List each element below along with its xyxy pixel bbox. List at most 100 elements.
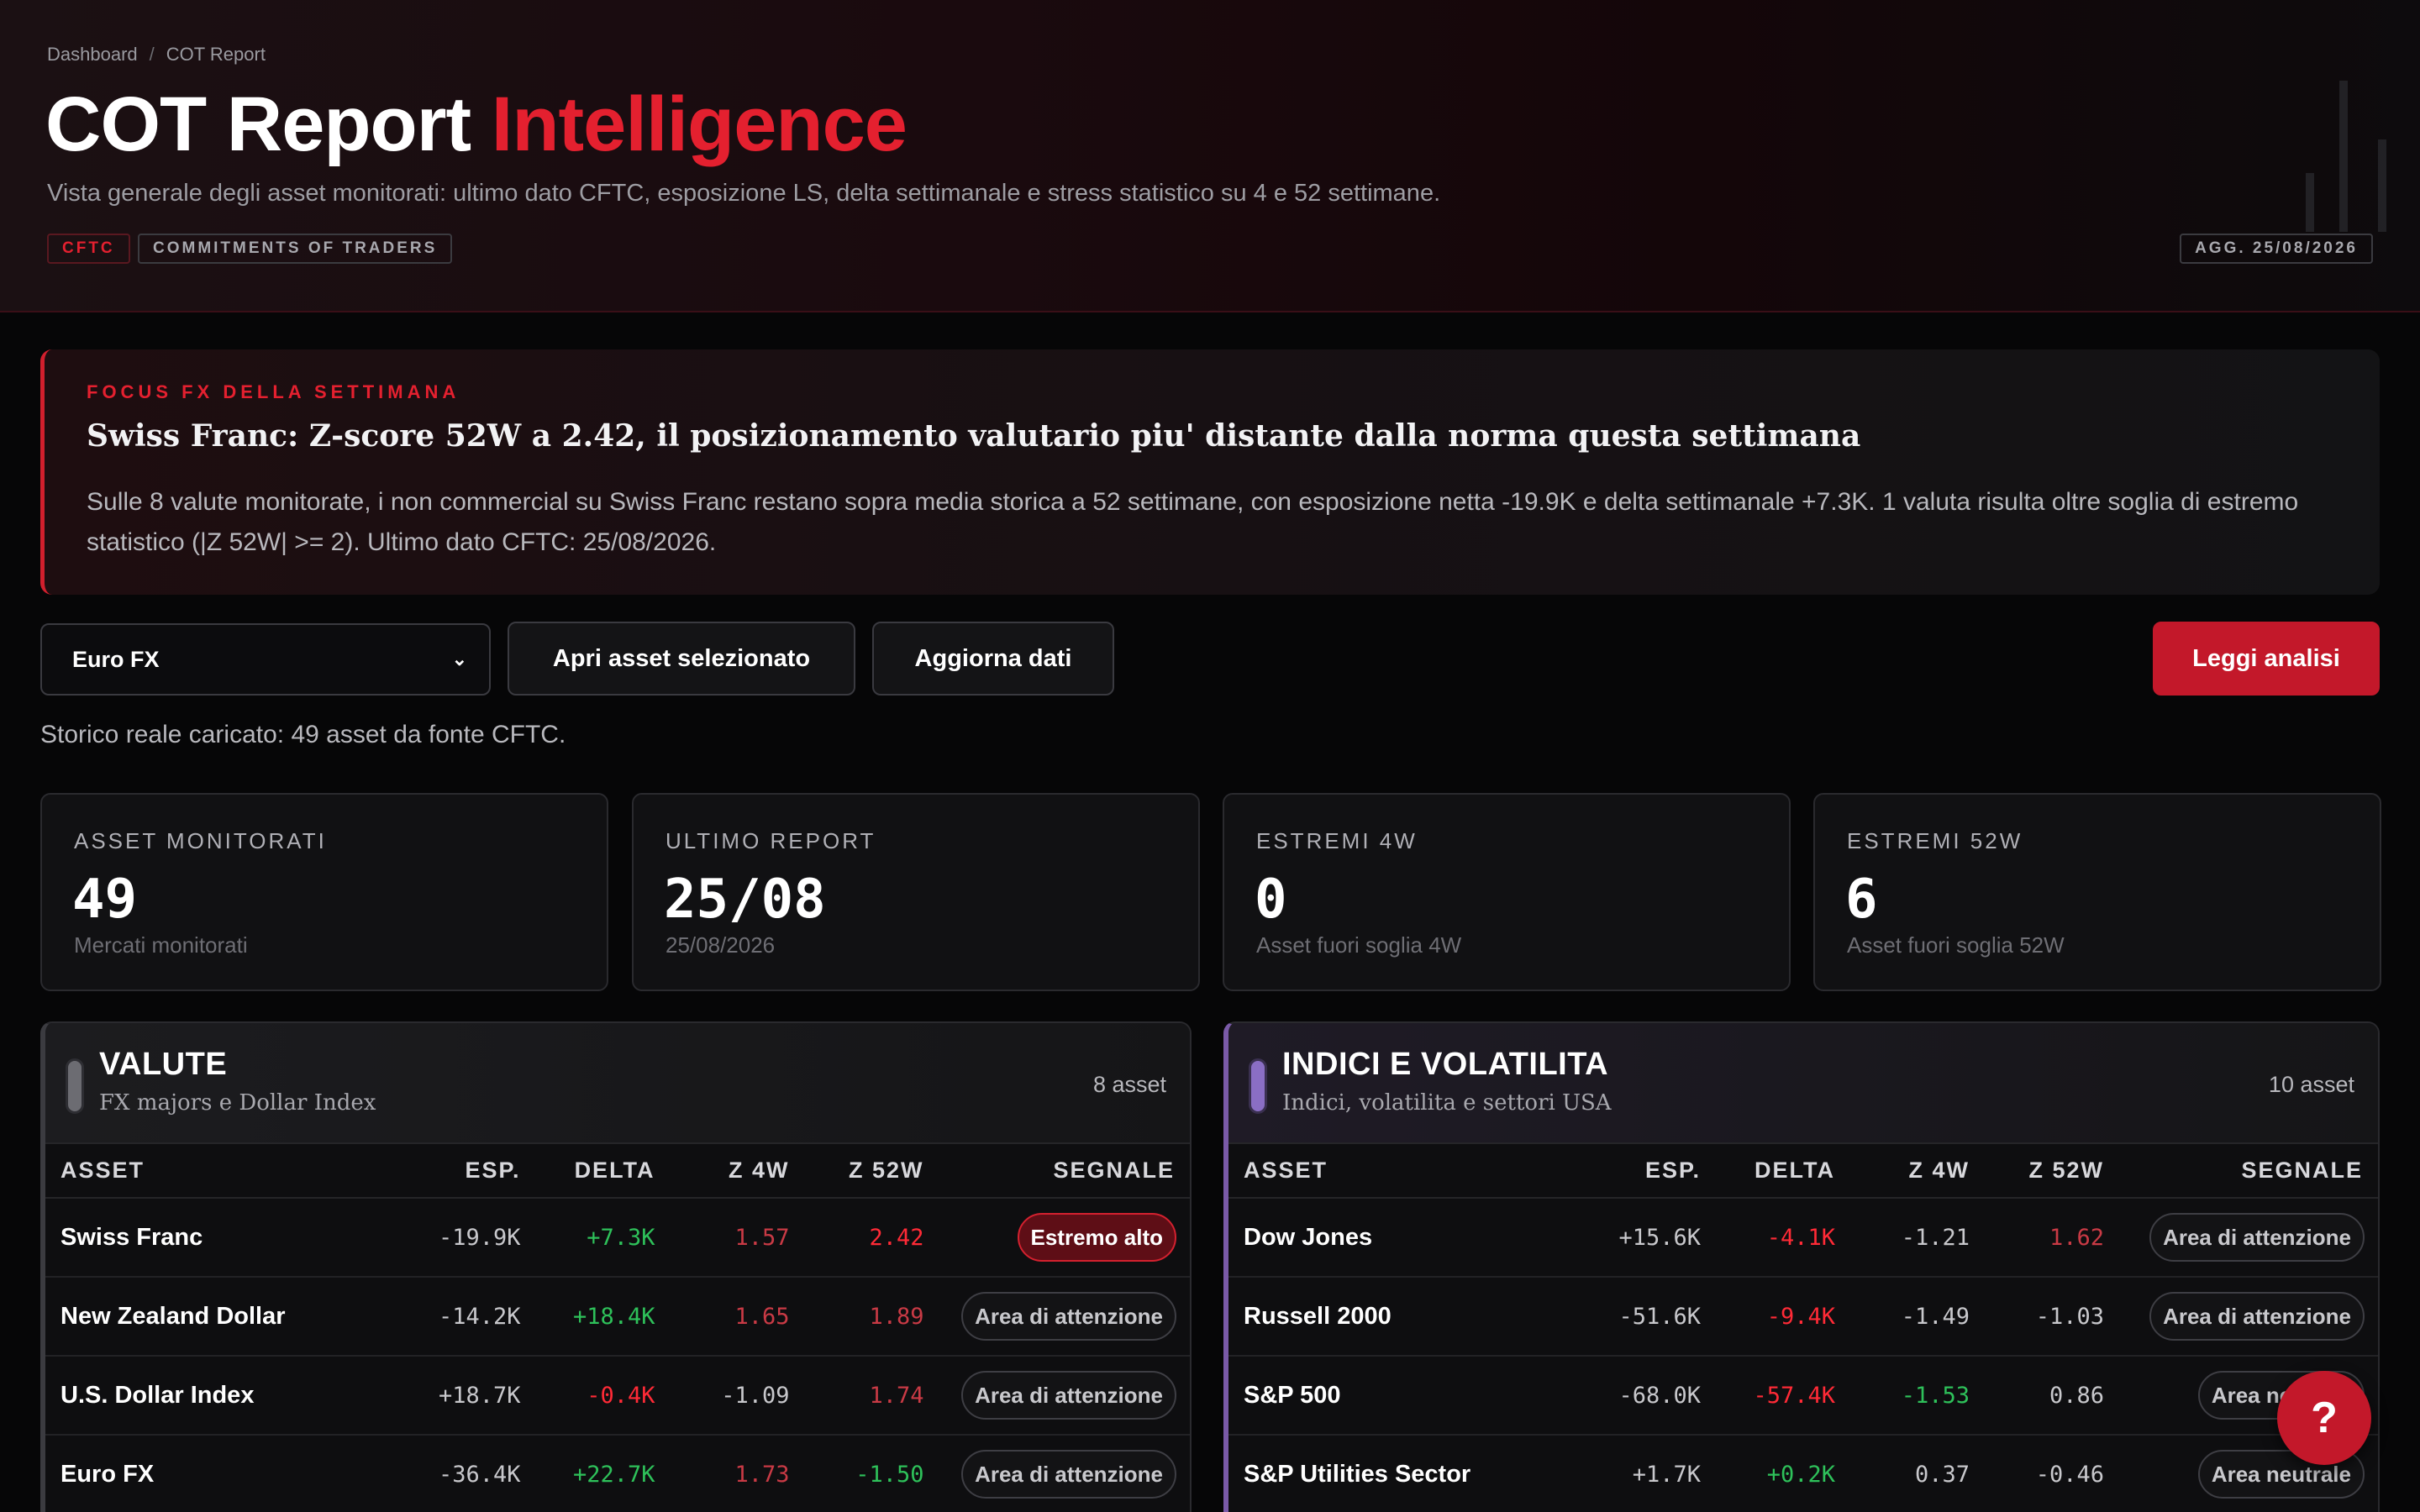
z4w-cell: -1.53 [1850,1356,1985,1436]
currencies-table: ASSET ESP. DELTA Z 4W Z 52W SEGNALE Swis… [45,1144,1190,1512]
delta-cell: +18.4K [535,1277,671,1357]
kpi-value: 6 [1845,869,1878,931]
z4w-cell: -1.49 [1850,1277,1985,1357]
updated-tag: AGG. 25/08/2026 [2180,234,2373,264]
col-header-exposure[interactable]: ESP. [424,1144,536,1199]
asset-name-cell: Euro FX [45,1435,424,1512]
delta-cell: +0.2K [1716,1435,1850,1512]
exposure-cell: +15.6K [1598,1198,1716,1278]
breadcrumb-dashboard-link[interactable]: Dashboard [47,44,138,66]
focus-body: Sulle 8 valute monitorate, i non commerc… [87,488,2299,556]
table-body: Swiss Franc -19.9K +7.3K 1.57 2.42 Estremo al… [45,1198,1190,1512]
kpi-label: ESTREMI 52W [1847,828,2023,853]
asset-name-cell: S&P Utilities Sector [1228,1435,1598,1512]
read-analysis-button[interactable]: Leggi analisi [2153,622,2380,696]
z52w-cell: 0.86 [1985,1356,2119,1436]
z52w-cell: -1.50 [804,1435,939,1512]
exposure-cell: +18.7K [424,1356,536,1436]
exposure-cell: +1.7K [1598,1435,1716,1512]
col-header-z52w[interactable]: Z 52W [804,1144,939,1199]
weekly-focus-card: FOCUS FX DELLA SETTIMANA Swiss Franc: Z-… [40,349,2380,595]
table-header-row: ASSET ESP. DELTA Z 4W Z 52W SEGNALE [1228,1144,2378,1199]
table-row[interactable]: Russell 2000 -51.6K -9.4K -1.49 -1.03 Area di… [1228,1277,2378,1357]
page-title-accent: Intelligence [491,81,908,167]
signal-badge[interactable]: Area di attenzione [2149,1292,2365,1341]
focus-title: Swiss Franc: Z-score 52W a 2.42, il posi… [87,418,1861,454]
col-header-z4w[interactable]: Z 4W [1850,1144,1985,1199]
open-asset-button[interactable]: Apri asset selezionato [508,622,855,696]
panel-asset-count: 10 asset [2268,1072,2354,1097]
col-header-signal[interactable]: SEGNALE [939,1144,1190,1199]
page-header: Dashboard / COT Report COT Report Intell… [0,0,2420,312]
asset-name-cell: Russell 2000 [1228,1277,1598,1357]
col-header-signal[interactable]: SEGNALE [2119,1144,2378,1199]
kpi-subtext: Mercati monitorati [74,932,248,958]
kpi-label: ASSET MONITORATI [74,828,327,853]
z52w-cell: -0.46 [1985,1435,2119,1512]
exposure-cell: -14.2K [424,1277,536,1357]
kpi-value: 49 [72,869,138,931]
help-button[interactable]: ? [2277,1371,2371,1465]
col-header-asset[interactable]: ASSET [45,1144,424,1199]
table-row[interactable]: Euro FX -36.4K +22.7K 1.73 -1.50 Area di atte… [45,1435,1190,1512]
table-row[interactable]: S&P 500 -68.0K -57.4K -1.53 0.86 Area neutral… [1228,1356,2378,1436]
table-row[interactable]: Swiss Franc -19.9K +7.3K 1.57 2.42 Estremo al… [45,1198,1190,1278]
kpi-value: 0 [1255,869,1287,931]
signal-cell: Area di attenzione [2119,1277,2378,1357]
page-subtitle: Vista generale degli asset monitorati: u… [47,180,1441,207]
signal-badge[interactable]: Estremo alto [1017,1213,1176,1262]
delta-cell: -9.4K [1716,1277,1850,1357]
col-header-exposure[interactable]: ESP. [1598,1144,1716,1199]
z4w-cell: 1.57 [670,1198,805,1278]
chevron-down-icon: ⌄ [451,648,467,669]
currencies-panel: VALUTE FX majors e Dollar Index 8 asset … [40,1021,1192,1512]
z4w-cell: -1.21 [1850,1198,1985,1278]
col-header-delta[interactable]: DELTA [1716,1144,1850,1199]
kpi-subtext: 25/08/2026 [666,932,776,958]
breadcrumb-separator: / [149,44,155,65]
table-row[interactable]: Dow Jones +15.6K -4.1K -1.21 1.62 Area di att… [1228,1198,2378,1278]
delta-cell: -57.4K [1716,1356,1850,1436]
signal-cell: Area di attenzione [2119,1198,2378,1278]
z52w-cell: 1.74 [804,1356,939,1436]
delta-cell: -4.1K [1716,1198,1850,1278]
kpi-label: ULTIMO REPORT [666,828,876,853]
signal-badge[interactable]: Area di attenzione [2149,1213,2365,1262]
kpi-label: ESTREMI 4W [1256,828,1418,853]
col-header-asset[interactable]: ASSET [1228,1144,1598,1199]
z4w-cell: -1.09 [670,1356,805,1436]
signal-badge[interactable]: Area di attenzione [961,1450,1176,1499]
table-body: Dow Jones +15.6K -4.1K -1.21 1.62 Area di att… [1228,1198,2378,1512]
signal-badge[interactable]: Area di attenzione [961,1292,1176,1341]
cot-tag: COMMITMENTS OF TRADERS [138,234,453,264]
load-status-text: Storico reale caricato: 49 asset da font… [40,721,566,748]
cftc-tag: CFTC [47,234,130,264]
signal-cell: Area di attenzione [939,1356,1190,1436]
col-header-z52w[interactable]: Z 52W [1985,1144,2119,1199]
kpi-card-monitored: ASSET MONITORATI 49 Mercati monitorati [40,793,608,991]
focus-kicker: FOCUS FX DELLA SETTIMANA [87,381,460,402]
table-row[interactable]: U.S. Dollar Index +18.7K -0.4K -1.09 1.74 Are… [45,1356,1190,1436]
z52w-cell: 2.42 [804,1198,939,1278]
page-title: COT Report Intelligence [45,81,908,169]
panel-title: VALUTE [99,1047,228,1082]
asset-select-value: Euro FX [72,646,160,672]
table-row[interactable]: New Zealand Dollar -14.2K +18.4K 1.65 1.89 Ar… [45,1277,1190,1357]
panel-header: VALUTE FX majors e Dollar Index 8 asset [45,1023,1190,1144]
panel-title: INDICI E VOLATILITA [1282,1047,1609,1082]
col-header-z4w[interactable]: Z 4W [670,1144,805,1199]
exposure-cell: -68.0K [1598,1356,1716,1436]
table-header-row: ASSET ESP. DELTA Z 4W Z 52W SEGNALE [45,1144,1190,1199]
breadcrumb-current: COT Report [166,44,266,65]
z52w-cell: 1.89 [804,1277,939,1357]
asset-name-cell: Swiss Franc [45,1198,424,1278]
panel-subtitle: Indici, volatilita e settori USA [1282,1090,1612,1116]
signal-badge[interactable]: Area di attenzione [961,1371,1176,1420]
col-header-delta[interactable]: DELTA [535,1144,671,1199]
kpi-card-extremes-4w: ESTREMI 4W 0 Asset fuori soglia 4W [1223,793,1791,991]
indices-volatility-panel: INDICI E VOLATILITA Indici, volatilita e… [1223,1021,2380,1512]
asset-select[interactable]: Euro FX ⌄ [40,623,491,696]
table-row[interactable]: S&P Utilities Sector +1.7K +0.2K 0.37 -0.46 A… [1228,1435,2378,1512]
refresh-data-button[interactable]: Aggiorna dati [872,622,1114,696]
asset-name-cell: U.S. Dollar Index [45,1356,424,1436]
